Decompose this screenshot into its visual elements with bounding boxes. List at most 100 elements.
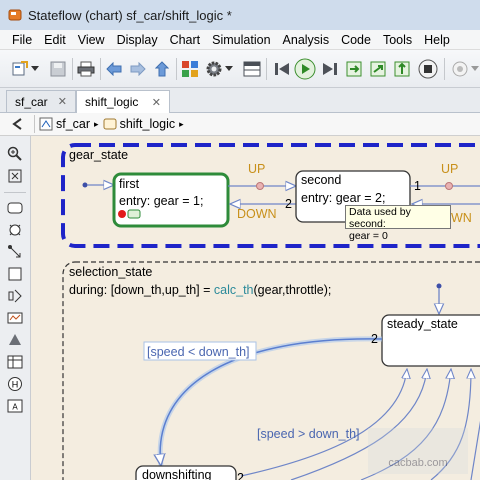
menu-display[interactable]: Display — [117, 33, 158, 47]
breadcrumb-separator: ▸ — [94, 118, 99, 129]
menu-simulation[interactable]: Simulation — [212, 33, 270, 47]
toolbar — [0, 50, 480, 88]
menu-edit[interactable]: Edit — [44, 33, 66, 47]
chart-icon — [103, 118, 117, 130]
stateflow-app-icon — [8, 9, 22, 21]
step-forward-button[interactable] — [320, 59, 340, 79]
table-icon — [243, 61, 261, 77]
step-back-button[interactable] — [272, 59, 292, 79]
gear-icon — [206, 61, 222, 77]
function-icon — [8, 289, 22, 303]
arrow-up-icon — [155, 61, 169, 77]
step-in-button[interactable] — [344, 59, 364, 79]
default-transition-icon — [8, 245, 21, 258]
new-model-icon — [12, 61, 28, 76]
stop-button[interactable] — [418, 59, 438, 79]
annotation-tool[interactable]: A — [7, 398, 23, 414]
model-icon — [39, 117, 53, 131]
library-grid-icon — [182, 61, 198, 77]
menu-help[interactable]: Help — [424, 33, 450, 47]
transition-order-2b: 2 — [237, 471, 244, 480]
state-steady-state-name: steady_state — [387, 317, 458, 331]
step-over-button[interactable] — [368, 59, 388, 79]
record-icon — [452, 61, 468, 77]
history-junction-tool[interactable] — [7, 222, 23, 238]
condition-speed-up[interactable]: [speed > down_th] — [257, 427, 360, 441]
save-button[interactable] — [48, 59, 68, 79]
new-model-button[interactable] — [10, 59, 30, 79]
state-second-entry: entry: gear = 2; — [301, 191, 385, 205]
breadcrumb-shift-logic[interactable]: shift_logic ▸ — [103, 117, 184, 131]
default-transition-tool[interactable] — [7, 244, 23, 260]
zoom-in-tool[interactable] — [7, 146, 23, 162]
window-title: Stateflow (chart) sf_car/shift_logic * — [28, 7, 232, 23]
menu-tools[interactable]: Tools — [383, 33, 412, 47]
truth-table-tool[interactable] — [7, 354, 23, 370]
play-icon — [294, 58, 316, 80]
breadcrumb-sf-car[interactable]: sf_car ▸ — [39, 117, 99, 131]
step-out-button[interactable] — [392, 59, 412, 79]
breadcrumb-label: shift_logic — [119, 117, 176, 131]
new-dropdown-arrow[interactable] — [30, 59, 40, 79]
state-tool[interactable] — [7, 200, 23, 216]
menu-code[interactable]: Code — [341, 33, 371, 47]
graphical-function-tool[interactable] — [7, 288, 23, 304]
tab-label: shift_logic — [85, 95, 139, 109]
breakpoint-icon[interactable] — [118, 210, 126, 218]
transition-order-1: 1 — [414, 179, 421, 193]
close-icon[interactable]: ✕ — [152, 96, 161, 109]
step-forward-icon — [323, 63, 337, 75]
close-icon[interactable]: ✕ — [58, 95, 67, 108]
forward-button[interactable] — [128, 59, 148, 79]
box-tool[interactable] — [7, 266, 23, 282]
transition-up-5[interactable] — [470, 369, 480, 480]
menu-view[interactable]: View — [78, 33, 105, 47]
svg-text:A: A — [12, 403, 18, 412]
record-button[interactable] — [450, 59, 470, 79]
default-transition-dot-2 — [436, 283, 442, 289]
simulink-function-icon — [9, 334, 21, 345]
state-first-name: first — [119, 177, 140, 191]
model-explorer-button[interactable] — [242, 59, 262, 79]
run-button[interactable] — [294, 58, 316, 80]
breadcrumb-label: sf_car — [56, 117, 91, 131]
print-button[interactable] — [76, 59, 96, 79]
state-second-name: second — [301, 173, 341, 187]
chevron-down-icon — [471, 66, 479, 71]
menu-chart[interactable]: Chart — [170, 33, 201, 47]
tab-label: sf_car — [15, 94, 48, 109]
glasses-icon[interactable] — [127, 209, 141, 219]
tooltip-line-1: Data used by second: — [349, 206, 411, 230]
simulink-function-tool[interactable] — [7, 332, 23, 348]
fit-to-view-tool[interactable] — [7, 168, 23, 184]
tab-sf-car[interactable]: sf_car ✕ — [6, 90, 76, 112]
library-browser-button[interactable] — [180, 59, 200, 79]
tab-shift-logic[interactable]: shift_logic ✕ — [76, 90, 170, 113]
chevron-down-icon — [225, 66, 233, 71]
settings-dropdown-arrow[interactable] — [224, 59, 234, 79]
transition-down-label: DOWN — [237, 207, 277, 221]
history-tool[interactable]: H — [7, 376, 23, 392]
condition-speed-down[interactable]: [speed < down_th] — [147, 345, 250, 359]
menu-analysis[interactable]: Analysis — [283, 33, 330, 47]
chevron-down-icon — [31, 66, 39, 71]
stop-icon — [418, 59, 438, 79]
matlab-function-icon — [7, 312, 23, 324]
box-icon — [8, 267, 22, 281]
back-button[interactable] — [104, 59, 124, 79]
menu-file[interactable]: File — [12, 33, 32, 47]
record-dropdown-arrow[interactable] — [470, 59, 480, 79]
save-icon — [50, 61, 66, 77]
hide-explorer-icon[interactable] — [10, 117, 24, 131]
data-tooltip: Data used by second: gear = 0 — [345, 205, 451, 242]
breadcrumb-separator: ▸ — [179, 118, 184, 129]
truth-table-icon — [7, 355, 23, 369]
settings-button[interactable] — [204, 59, 224, 79]
fit-view-icon — [8, 169, 22, 183]
matlab-function-tool[interactable] — [7, 310, 23, 326]
step-back-icon — [275, 63, 289, 75]
up-button[interactable] — [152, 59, 172, 79]
selection-state-during: during: [down_th,up_th] = calc_th(gear,t… — [69, 283, 331, 297]
tooltip-line-2: gear = 0 — [349, 230, 388, 242]
svg-text:H: H — [12, 380, 19, 390]
